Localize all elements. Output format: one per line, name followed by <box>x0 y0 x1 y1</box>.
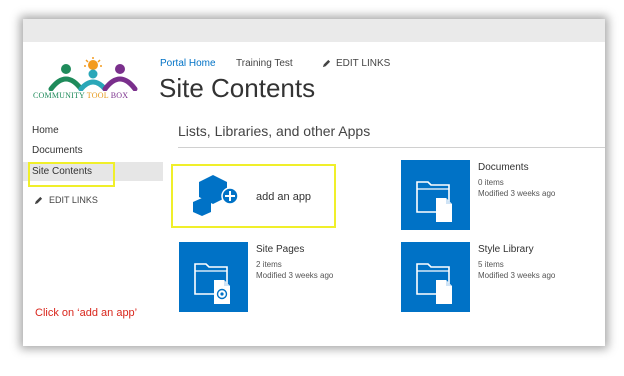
document-library-icon <box>416 263 452 304</box>
top-nav-edit-links[interactable]: EDIT LINKS <box>322 58 390 69</box>
nav-item-documents[interactable]: Documents <box>32 145 83 156</box>
add-an-app-label[interactable]: add an app <box>256 191 311 203</box>
page-title: Site Contents <box>159 73 316 103</box>
documents-tile-icon[interactable] <box>401 160 470 230</box>
document-library-icon <box>416 181 452 222</box>
pencil-icon <box>322 59 331 68</box>
nav-edit-links[interactable]: EDIT LINKS <box>34 195 98 205</box>
instruction-text: Click on ‘add an app’ <box>35 307 138 319</box>
style-library-tile-modified: Modified 3 weeks ago <box>478 271 556 280</box>
top-nav-training-test[interactable]: Training Test <box>236 58 293 69</box>
nav-item-home[interactable]: Home <box>32 125 59 136</box>
documents-tile-modified: Modified 3 weeks ago <box>478 189 556 198</box>
site-pages-tile-title[interactable]: Site Pages <box>256 244 304 255</box>
section-divider <box>178 147 605 148</box>
top-nav-portal-home[interactable]: Portal Home <box>160 58 216 69</box>
site-pages-library-icon <box>194 263 230 304</box>
style-library-tile-icon[interactable] <box>401 242 470 312</box>
documents-tile-title[interactable]: Documents <box>478 162 529 173</box>
community-tool-box-logo[interactable]: COMMUNITY TOOL BOX <box>33 57 153 107</box>
logo-text: COMMUNITY TOOL BOX <box>33 91 153 100</box>
screenshot-frame: COMMUNITY TOOL BOX Portal Home Training … <box>23 19 605 346</box>
logo-word-tool: TOOL <box>86 91 109 100</box>
logo-word-community: COMMUNITY <box>33 91 85 100</box>
site-pages-tile-icon[interactable] <box>179 242 248 312</box>
style-library-tile-title[interactable]: Style Library <box>478 244 534 255</box>
nav-edit-links-label: EDIT LINKS <box>49 195 98 205</box>
logo-people-icon <box>48 57 138 92</box>
suite-bar <box>23 19 605 42</box>
section-heading: Lists, Libraries, and other Apps <box>178 123 371 139</box>
add-app-icon <box>193 175 239 216</box>
site-contents-highlight <box>28 162 115 187</box>
logo-word-box: BOX <box>110 91 129 100</box>
pencil-icon <box>34 196 43 204</box>
site-pages-tile-modified: Modified 3 weeks ago <box>256 271 334 280</box>
edit-links-label: EDIT LINKS <box>336 58 391 69</box>
